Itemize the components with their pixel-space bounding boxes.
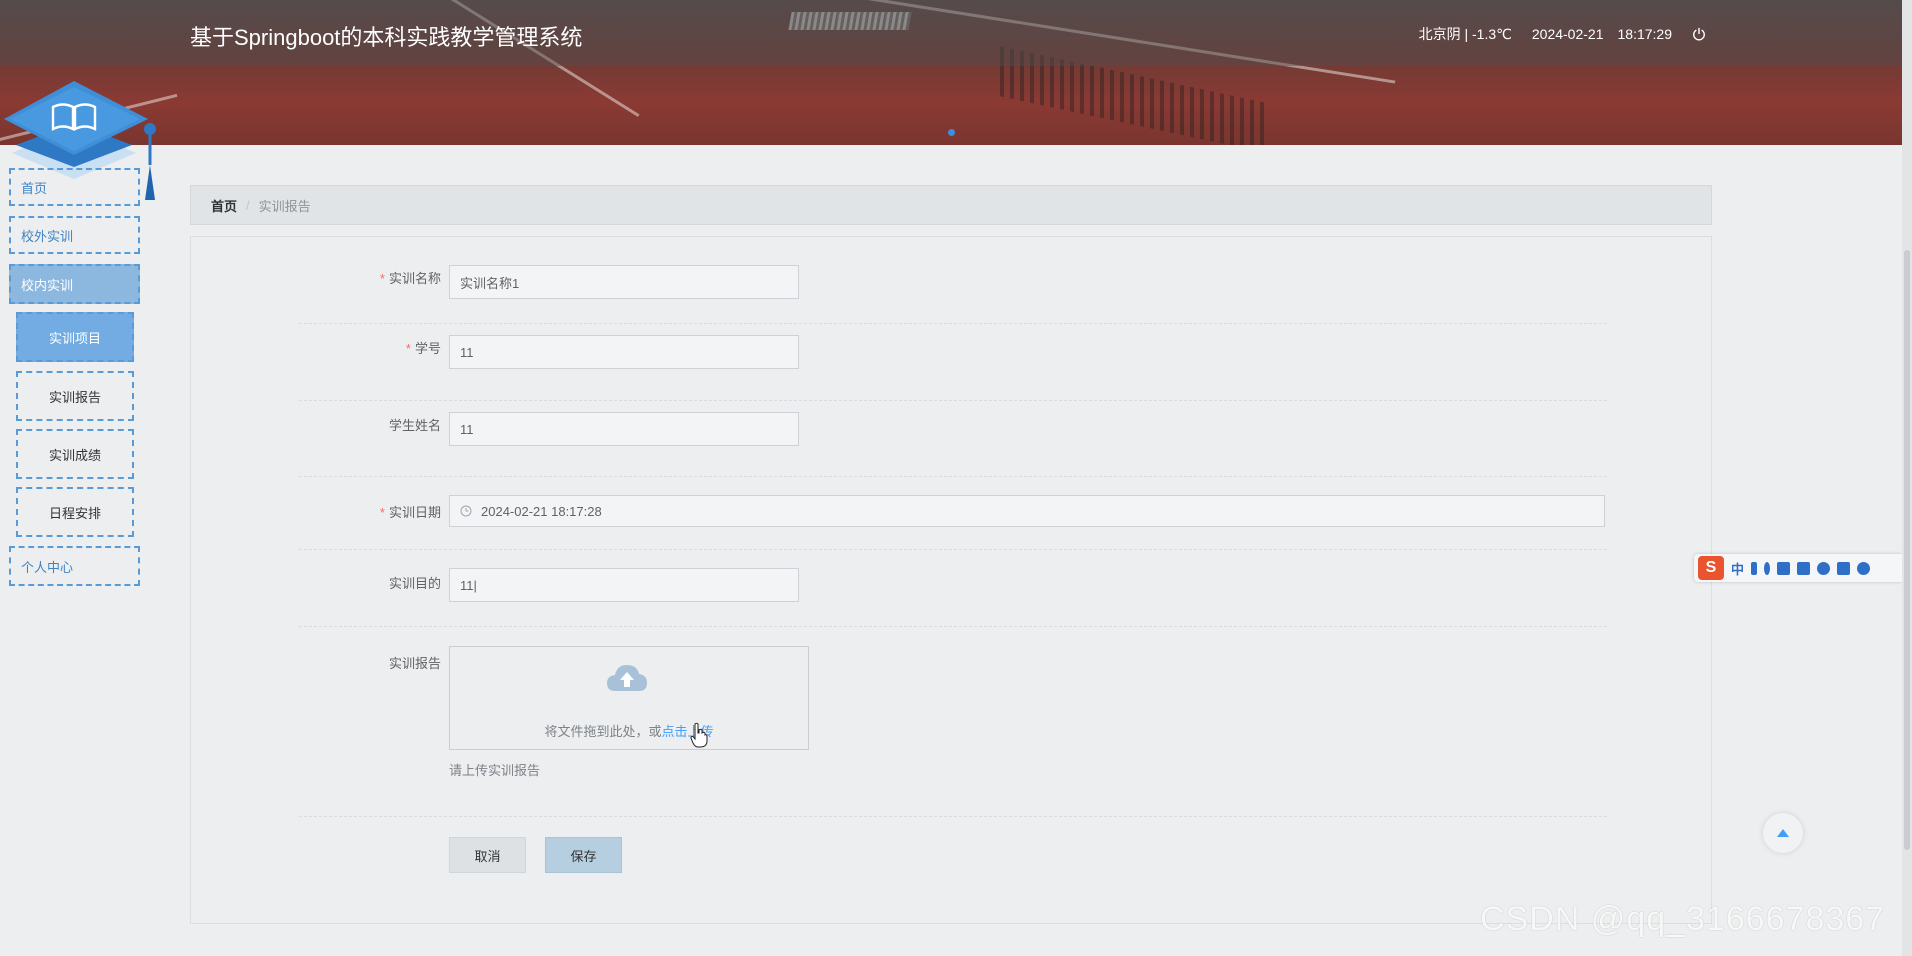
project-name-input[interactable]: 实训名称1 [449,265,799,299]
nav-item-label: 首页 [21,180,48,196]
weather-text: 北京阴 | -1.3℃ [1418,26,1512,42]
back-to-top-button[interactable] [1763,813,1803,853]
breadcrumb-current: 实训报告 [258,198,311,214]
nav-subitem-label: 实训项目 [48,330,101,346]
student-no-label: * 学号 [405,341,441,356]
caret-up-icon [1777,829,1789,837]
page-scrollbar-thumb[interactable] [1904,250,1910,850]
nav-subitem-training-project[interactable]: 实训项目 [16,312,134,362]
upload-tip: 请上传实训报告 [449,763,541,778]
form-row-student-name: 学生姓名 11 [299,400,1607,477]
nav-subitem-label: 实训报告 [48,389,101,405]
form-row-date: * 实训日期 2024-02-21 18:17:28 [299,476,1607,550]
sogou-logo-icon[interactable]: S [1698,556,1724,580]
nav-item-label: 个人中心 [21,559,74,575]
form-row-project-name: * 实训名称 实训名称1 [299,257,1607,324]
nav-item-personal-center[interactable]: 个人中心 [9,546,140,586]
breadcrumb: 首页 / 实训报告 [190,185,1712,225]
nav-subitem-schedule[interactable]: 日程安排 [16,487,134,537]
microphone-icon[interactable] [1764,561,1771,575]
nav-subitem-training-score[interactable]: 实训成绩 [16,429,134,479]
nav-item-label: 校内实训 [21,277,74,293]
form-row-purpose: 实训目的 11| [299,549,1607,627]
ime-toolbar: S 中 [1694,554,1902,582]
keyboard-icon[interactable] [1777,561,1791,575]
nav-subitem-label: 日程安排 [48,505,101,521]
power-icon[interactable] [1692,27,1706,41]
date-text: 2024-02-21 [1531,26,1604,42]
nav-item-offcampus-training[interactable]: 校外实训 [9,216,140,254]
cloud-upload-icon [607,665,647,691]
nav-item-oncampus-training[interactable]: 校内实训 [9,264,140,304]
time-text: 18:17:29 [1617,26,1673,42]
form-row-student-no: * 学号 11 [299,323,1607,401]
form-row-report: 实训报告 将文件拖到此处，或点击上传 请上传实训报告 [299,626,1607,817]
csdn-watermark: CSDN @qq_3166678367 [1480,900,1886,938]
report-form: * 实训名称 实训名称1 * 学号 11 学生姓名 11 * 实训日期 2024… [190,236,1712,924]
nav-subitem-label: 实训成绩 [48,447,101,463]
required-mark: * [405,341,411,356]
skin-icon[interactable] [1797,561,1811,575]
breadcrumb-home[interactable]: 首页 [211,196,237,215]
header-banner: 基于Springboot的本科实践教学管理系统 北京阴 | -1.3℃ 2024… [0,0,1902,145]
student-name-label: 学生姓名 [388,418,441,433]
upload-instruction: 将文件拖到此处，或点击上传 [544,724,714,739]
date-label: * 实训日期 [379,505,441,520]
required-mark: * [379,271,385,286]
clock-icon [460,505,472,517]
header-info: 北京阴 | -1.3℃ 2024-02-21 18:17:29 [1419,24,1706,44]
date-picker-input[interactable]: 2024-02-21 18:17:28 [449,495,1605,527]
nav-item-label: 校外实训 [21,228,74,244]
hand-cursor-icon [690,722,708,748]
report-label: 实训报告 [388,656,441,671]
save-button[interactable]: 保存 [545,837,622,873]
project-name-label: * 实训名称 [379,271,441,286]
ime-language-toggle[interactable]: 中 [1731,559,1744,578]
student-name-input[interactable]: 11 [449,412,799,446]
breadcrumb-separator: / [246,197,250,213]
upload-dropzone[interactable]: 将文件拖到此处，或点击上传 [449,646,809,750]
required-mark: * [379,505,385,520]
robot-icon[interactable] [1817,561,1831,575]
cancel-button[interactable]: 取消 [449,837,526,873]
nav-subitem-training-report[interactable]: 实训报告 [16,371,134,421]
settings-icon[interactable] [1857,561,1871,575]
purpose-input[interactable]: 11| [449,568,799,602]
system-title: 基于Springboot的本科实践教学管理系统 [190,25,583,50]
student-no-input[interactable]: 11 [449,335,799,369]
nav-item-home[interactable]: 首页 [9,168,140,206]
purpose-label: 实训目的 [388,576,441,591]
apps-grid-icon[interactable] [1837,561,1851,575]
punctuation-icon[interactable] [1751,561,1758,575]
carousel-dot[interactable] [948,129,955,136]
